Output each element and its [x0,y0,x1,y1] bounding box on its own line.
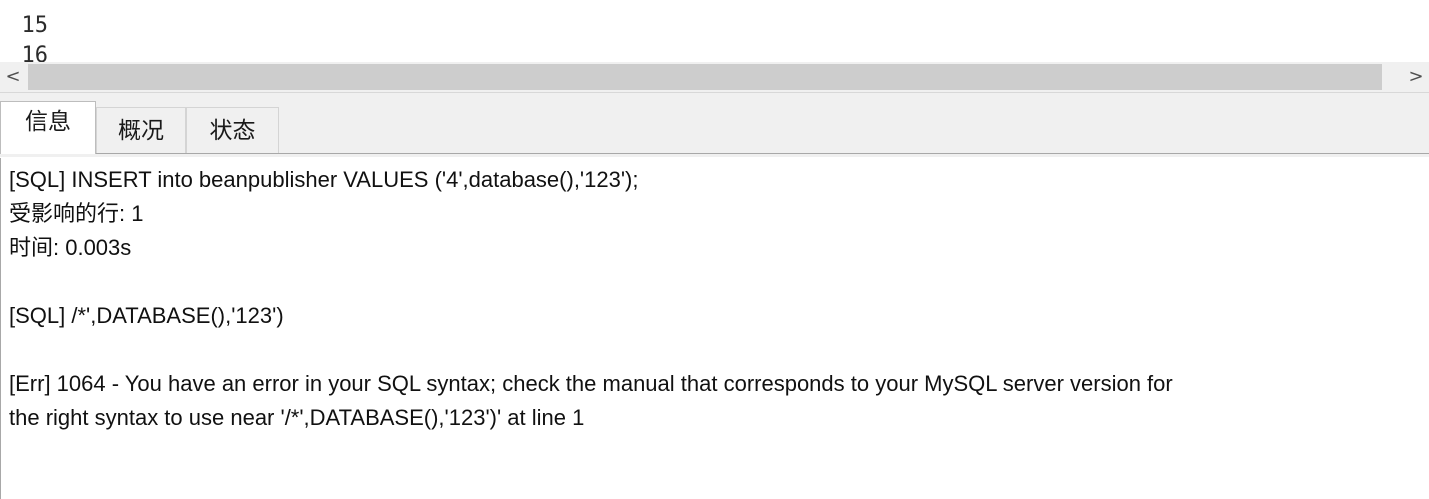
error-message-line: [Err] 1064 - You have an error in your S… [9,371,1173,396]
scrollbar-thumb[interactable] [28,64,1382,90]
horizontal-scrollbar[interactable]: < > [0,62,1429,93]
execution-time-line: 时间: 0.003s [9,235,132,260]
sql-editor-window: 15 16 INSERT into beanpublisher VALUES (… [0,0,1429,499]
affected-rows-line: 受影响的行: 1 [9,201,144,226]
scroll-left-arrow-icon[interactable]: < [0,62,26,92]
sql-statement-line: [SQL] INSERT into beanpublisher VALUES (… [9,167,639,192]
tab-messages[interactable]: 信息 [0,101,96,154]
tab-status[interactable]: 状态 [186,107,279,153]
scroll-right-arrow-icon[interactable]: > [1403,62,1429,92]
tab-profile[interactable]: 概况 [96,107,186,153]
error-message-line: the right syntax to use near '/*',DATABA… [9,405,585,430]
code-line-16[interactable]: 16 INSERT into beanpublisher VALUES ('4'… [0,11,79,62]
messages-panel: [SQL] INSERT into beanpublisher VALUES (… [0,158,1429,499]
code-line-partial-top: 15 [0,0,79,38]
result-tab-bar: 信息 概况 状态 [0,93,1429,157]
query-editor[interactable]: 15 16 INSERT into beanpublisher VALUES (… [0,0,1429,62]
sql-statement-line: [SQL] /*',DATABASE(),'123') [9,303,284,328]
code-line-partial-bottom: 17 [0,41,79,62]
